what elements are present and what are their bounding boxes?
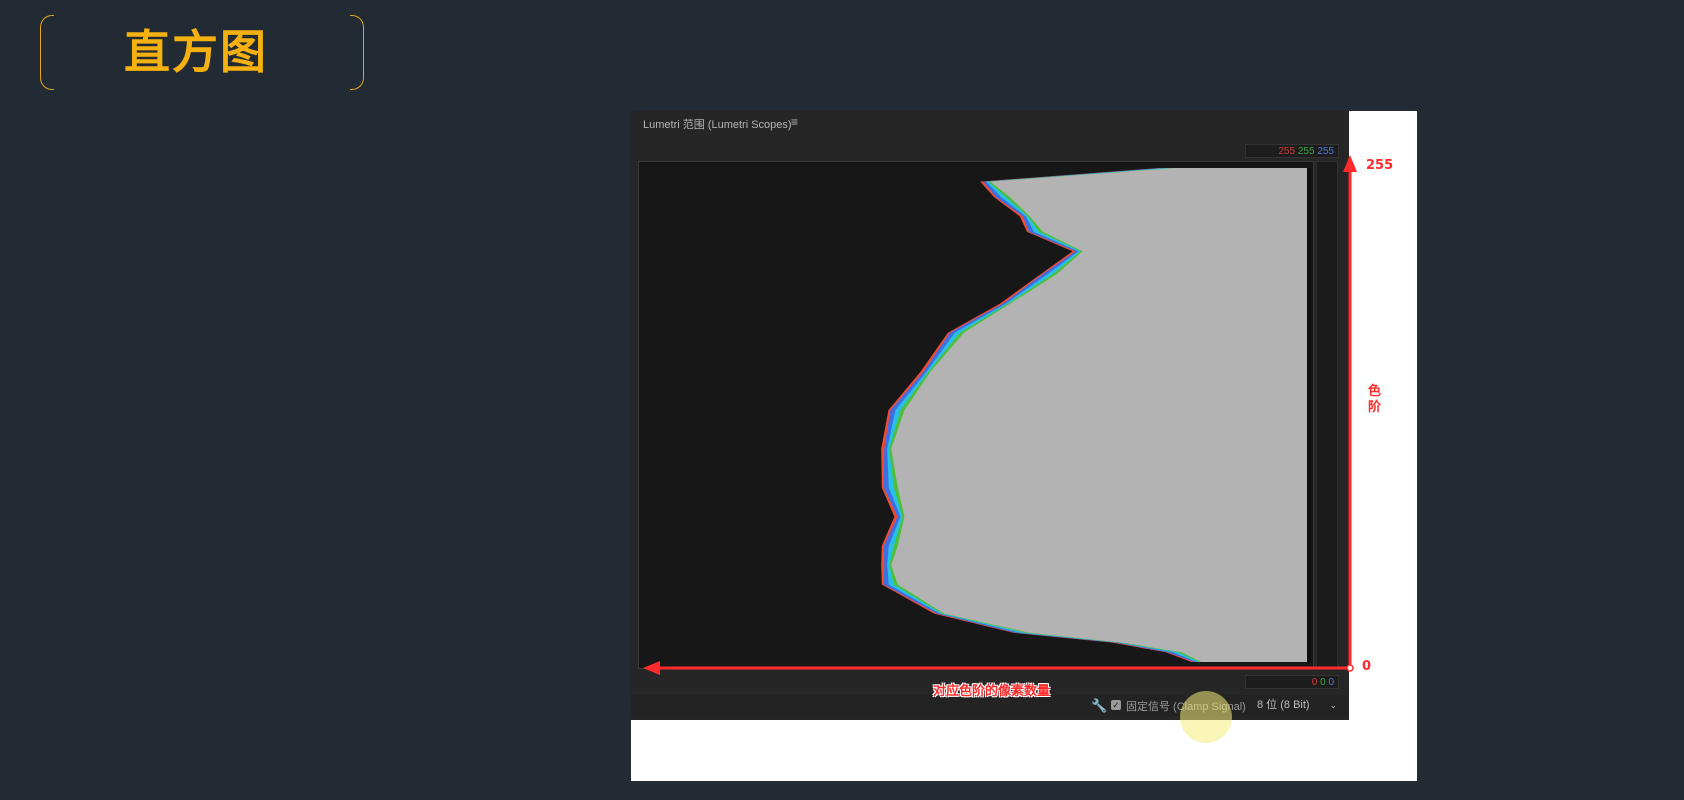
vertical-arrow-head — [1343, 155, 1357, 172]
annotation-level-char-2: 阶 — [1368, 400, 1382, 415]
arrow-origin-dot — [1346, 664, 1354, 672]
annotation-pixel-count: 对应色阶的像素数量 — [933, 684, 1051, 699]
annotation-layer — [643, 155, 1357, 675]
annotation-0: 0 — [1362, 659, 1372, 674]
horizontal-arrow-head — [643, 661, 660, 675]
annotation-255: 255 — [1366, 158, 1394, 173]
